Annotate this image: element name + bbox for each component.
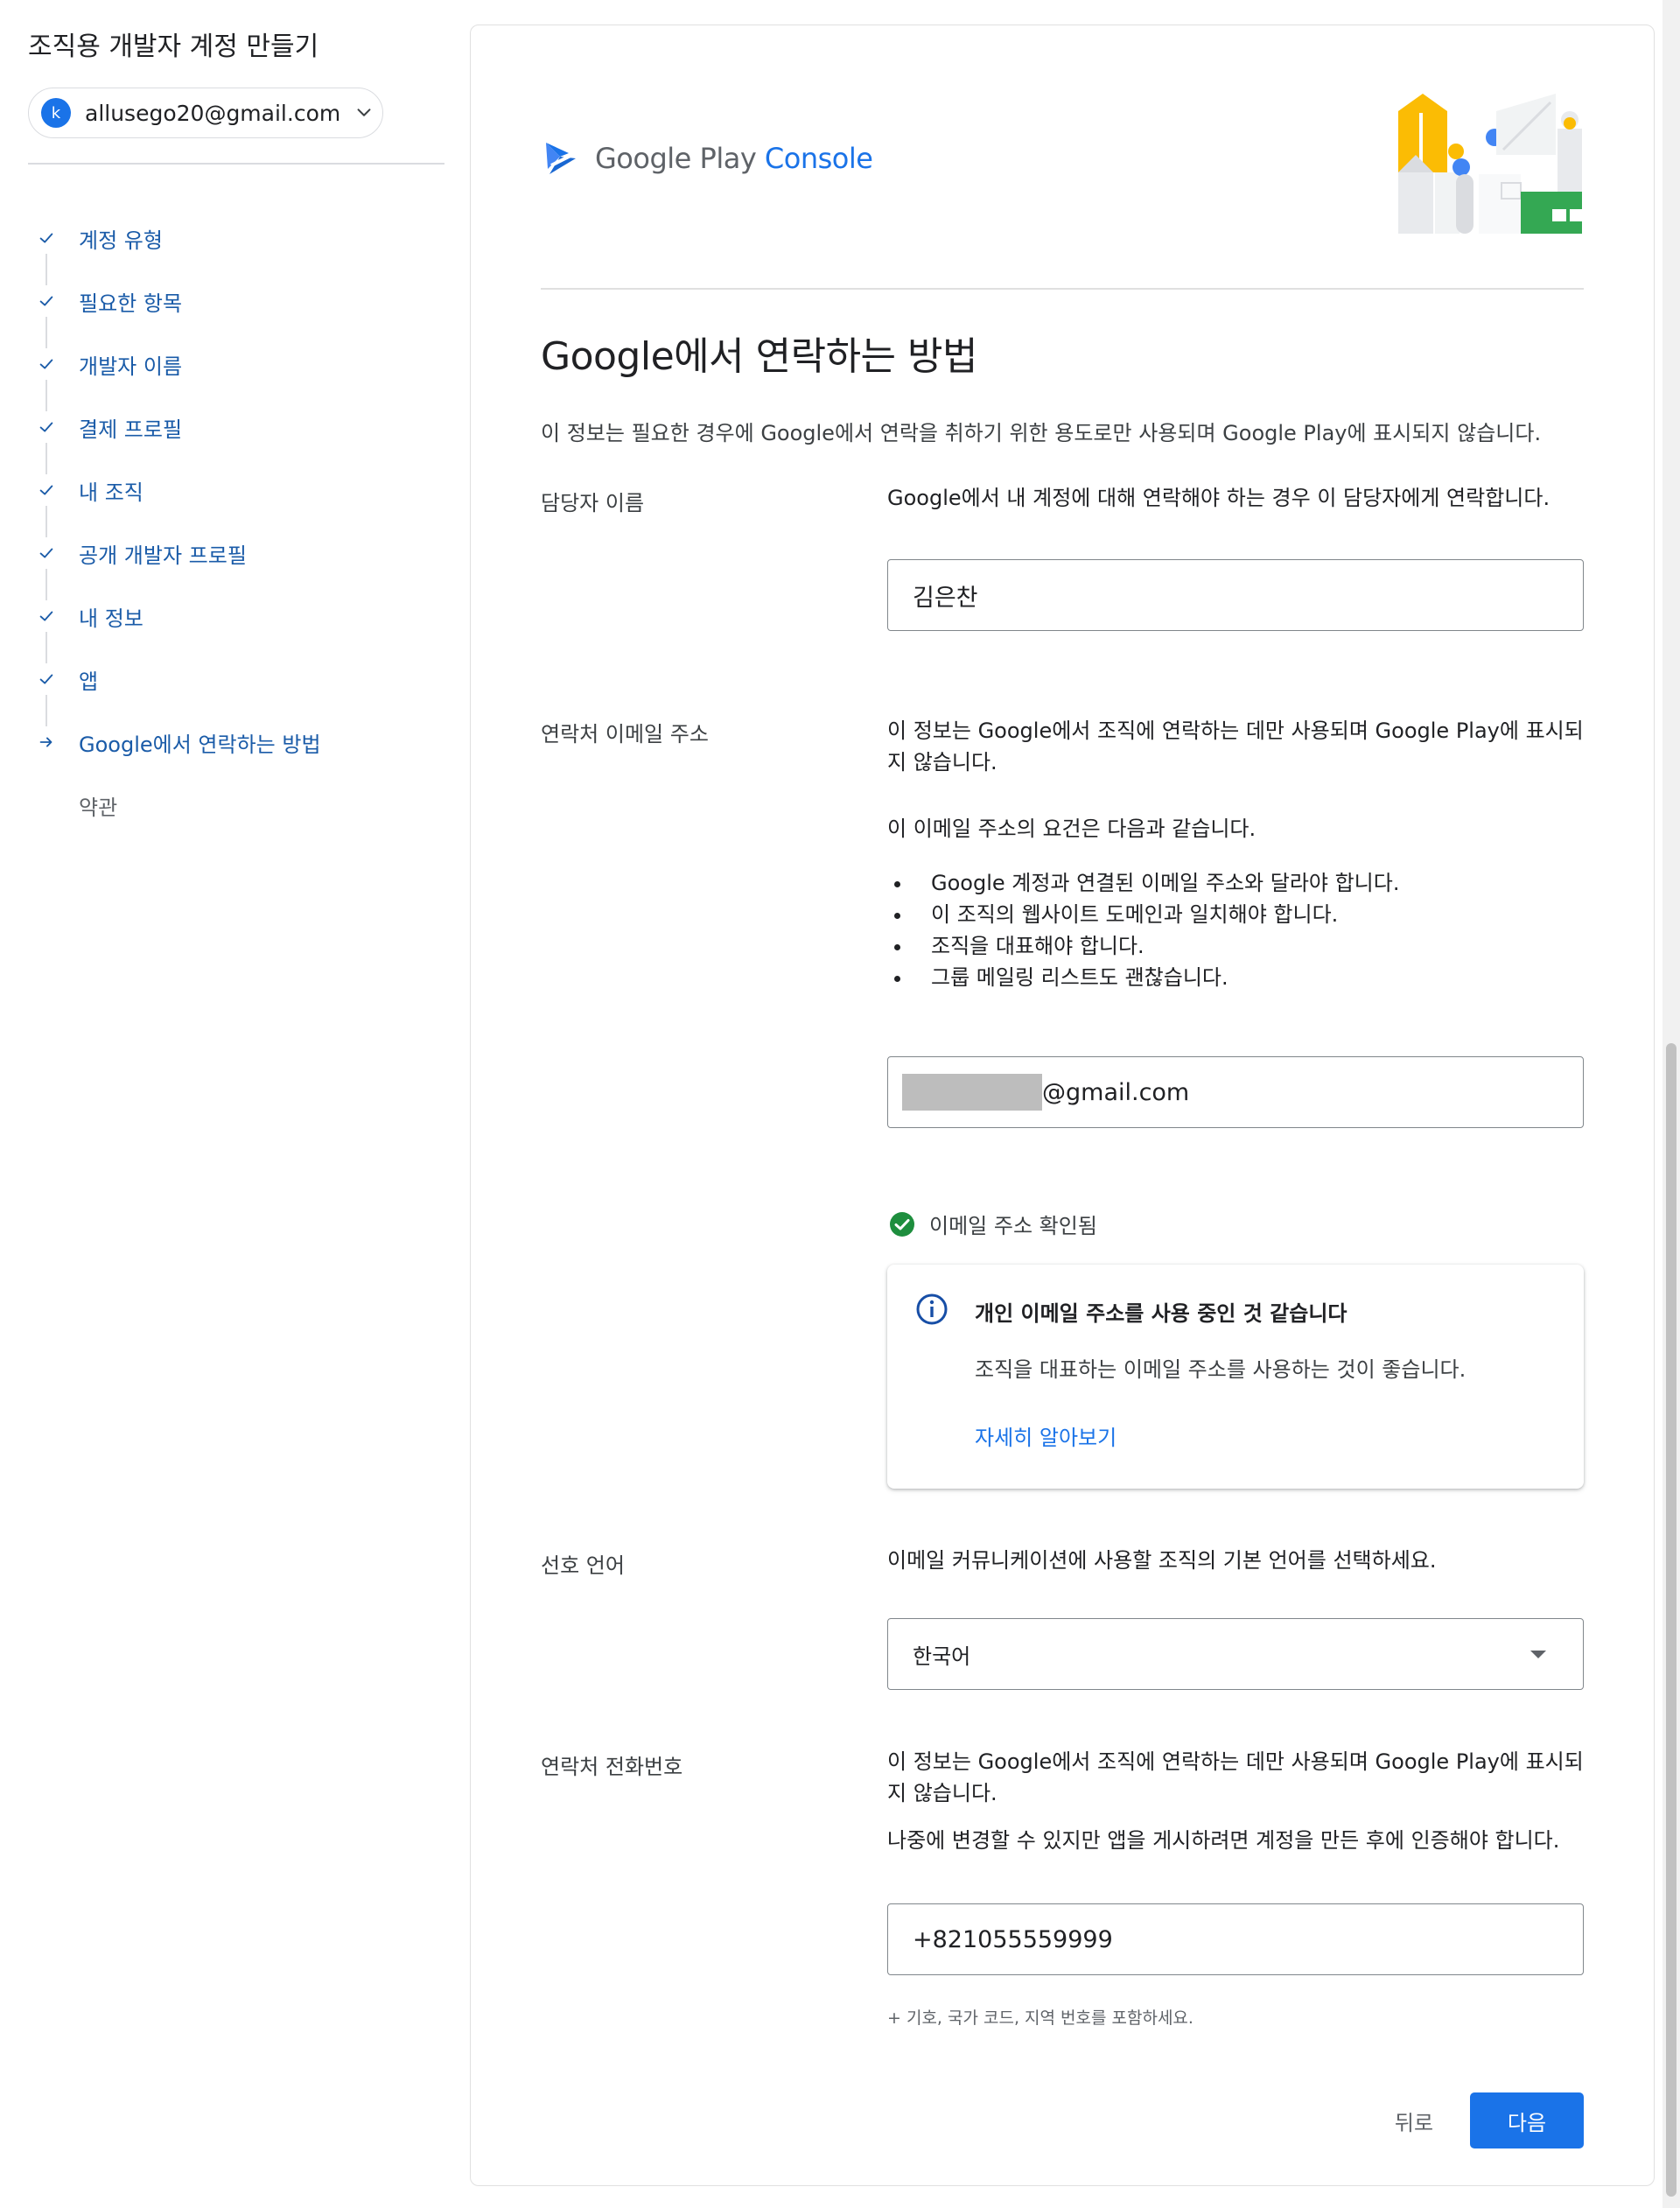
info-icon: [916, 1293, 948, 1325]
back-button[interactable]: 뒤로: [1370, 2092, 1458, 2148]
step-item[interactable]: 앱: [35, 648, 438, 726]
check-icon: [35, 542, 58, 564]
phone-value: +821055559999: [913, 1925, 1113, 1953]
phone-input[interactable]: +821055559999: [887, 1903, 1584, 1975]
step-item[interactable]: 내 조직: [35, 459, 438, 537]
step-item[interactable]: 필요한 항목: [35, 270, 438, 348]
step-label: 계정 유형: [79, 228, 163, 253]
email-verified-text: 이메일 주소 확인됨: [929, 1214, 1097, 1238]
avatar: k: [41, 98, 71, 128]
phone-description: 이 정보는 Google에서 조직에 연락하는 데만 사용되며 Google P…: [887, 1749, 1584, 1805]
card-divider: [541, 288, 1584, 290]
header-illustration: [1398, 94, 1582, 234]
account-switcher[interactable]: k allusego20@gmail.com: [28, 88, 383, 138]
step-item[interactable]: 공개 개발자 프로필: [35, 522, 438, 600]
step-item[interactable]: 개발자 이름: [35, 333, 438, 411]
step-item[interactable]: 계정 유형: [35, 207, 438, 285]
main-card: Google Play Console Google에서 연락하는 방법 이 정…: [470, 25, 1655, 2186]
check-icon: [35, 416, 58, 438]
check-icon: [35, 605, 58, 627]
phone-note: 나중에 변경할 수 있지만 앱을 게시하려면 계정을 만든 후에 인증해야 합니…: [887, 1828, 1560, 1853]
page-scrollbar[interactable]: [1662, 0, 1680, 2208]
step-item[interactable]: 결제 프로필: [35, 396, 438, 474]
page-description: 이 정보는 필요한 경우에 Google에서 연락을 취하기 위한 용도로만 사…: [541, 421, 1542, 445]
step-list: 계정 유형필요한 항목개발자 이름결제 프로필내 조직공개 개발자 프로필내 정…: [35, 207, 438, 837]
check-icon: [35, 668, 58, 690]
check-icon: [35, 227, 58, 249]
learn-more-link[interactable]: 자세히 알아보기: [975, 1420, 1116, 1451]
redacted-email-local-part: [902, 1074, 1042, 1111]
phone-hint: + 기호, 국가 코드, 지역 번호를 포함하세요.: [887, 2008, 1194, 2028]
step-item[interactable]: 약관: [35, 774, 438, 837]
chevron-down-icon: [357, 109, 371, 116]
logo-text: Google Play Console: [595, 142, 873, 175]
play-console-icon: [546, 143, 576, 174]
dropdown-arrow-icon: [1530, 1651, 1546, 1658]
arrow-right-icon: [35, 731, 58, 754]
step-item[interactable]: Google에서 연락하는 방법: [35, 711, 438, 774]
play-console-logo: Google Play Console: [542, 139, 873, 178]
requirement-item: 그룹 메일링 리스트도 괜찮습니다.: [887, 962, 1399, 993]
contact-email-description: 이 정보는 Google에서 조직에 연락하는 데만 사용되며 Google P…: [887, 718, 1584, 775]
notice-title: 개인 이메일 주소를 사용 중인 것 같습니다: [975, 1301, 1348, 1326]
step-label: 앱: [79, 669, 99, 694]
email-requirements-list: Google 계정과 연결된 이메일 주소와 달라야 합니다. 이 조직의 웹사이…: [887, 867, 1399, 993]
logo-text-suffix: Console: [764, 142, 873, 175]
email-verified-status: 이메일 주소 확인됨: [889, 1209, 1097, 1239]
language-label: 선호 언어: [541, 1553, 625, 1578]
requirement-item: Google 계정과 연결된 이메일 주소와 달라야 합니다.: [887, 867, 1399, 899]
notice-body: 조직을 대표하는 이메일 주소를 사용하는 것이 좋습니다.: [975, 1357, 1466, 1382]
step-label: 필요한 항목: [79, 291, 183, 316]
language-selected-value: 한국어: [913, 1644, 971, 1669]
step-marker: [35, 794, 58, 817]
language-description: 이메일 커뮤니케이션에 사용할 조직의 기본 언어를 선택하세요.: [887, 1548, 1437, 1573]
scrollbar-thumb[interactable]: [1666, 1043, 1676, 2197]
step-label: 개발자 이름: [79, 354, 183, 379]
step-label: 공개 개발자 프로필: [79, 543, 247, 568]
contact-email-suffix: @gmail.com: [1042, 1078, 1190, 1106]
sidebar: 조직용 개발자 계정 만들기 k allusego20@gmail.com 계정…: [0, 0, 451, 2208]
check-circle-icon: [890, 1211, 914, 1237]
sidebar-divider: [28, 163, 444, 165]
personal-email-notice: 개인 이메일 주소를 사용 중인 것 같습니다 조직을 대표하는 이메일 주소를…: [887, 1265, 1584, 1489]
requirement-item: 조직을 대표해야 합니다.: [887, 930, 1399, 962]
contact-name-label: 담당자 이름: [541, 491, 645, 515]
step-label: 결제 프로필: [79, 417, 183, 442]
step-label: 약관: [79, 795, 118, 820]
check-icon: [35, 290, 58, 312]
sidebar-title: 조직용 개발자 계정 만들기: [28, 32, 319, 62]
contact-name-description: Google에서 내 계정에 대해 연락해야 하는 경우 이 담당자에게 연락합…: [887, 486, 1550, 510]
contact-email-label: 연락처 이메일 주소: [541, 722, 709, 747]
step-label: 내 조직: [79, 480, 144, 505]
language-select[interactable]: 한국어: [887, 1618, 1584, 1690]
step-label: Google에서 연락하는 방법: [79, 732, 321, 757]
step-item[interactable]: 내 정보: [35, 585, 438, 663]
logo-text-prefix: Google Play: [595, 142, 757, 175]
contact-name-value: 김은찬: [913, 584, 978, 612]
page-title: Google에서 연락하는 방법: [541, 334, 977, 379]
contact-name-input[interactable]: 김은찬: [887, 559, 1584, 631]
account-email: allusego20@gmail.com: [85, 100, 341, 126]
next-button[interactable]: 다음: [1470, 2092, 1584, 2148]
email-requirements-intro: 이 이메일 주소의 요건은 다음과 같습니다.: [887, 817, 1256, 841]
contact-email-input[interactable]: @gmail.com: [887, 1056, 1584, 1128]
check-icon: [35, 479, 58, 501]
requirement-item: 이 조직의 웹사이트 도메인과 일치해야 합니다.: [887, 899, 1399, 930]
step-label: 내 정보: [79, 606, 144, 631]
check-icon: [35, 353, 58, 375]
phone-label: 연락처 전화번호: [541, 1755, 683, 1779]
